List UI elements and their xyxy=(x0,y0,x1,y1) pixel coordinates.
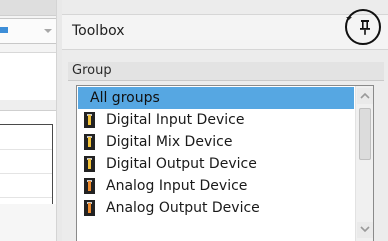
list-item-all-groups[interactable]: All groups xyxy=(78,87,354,109)
list-row-divider xyxy=(0,197,52,198)
list-item-label: Analog Output Device xyxy=(106,200,260,216)
list-item-label: All groups xyxy=(90,90,160,106)
list-row-divider xyxy=(0,149,52,150)
toolbox-title-bar: Toolbox xyxy=(62,14,388,50)
analog-input-device-icon xyxy=(84,178,95,194)
list-item-digital-output-device[interactable]: Digital Output Device xyxy=(78,153,354,175)
group-header-label: Group xyxy=(72,63,112,78)
list-item-digital-input-device[interactable]: Digital Input Device xyxy=(78,109,354,131)
left-pane-footer xyxy=(0,204,56,241)
analog-output-device-icon xyxy=(84,200,95,216)
scroll-thumb[interactable] xyxy=(359,108,371,160)
list-item-analog-input-device[interactable]: Analog Input Device xyxy=(78,175,354,197)
chevron-up-icon xyxy=(360,92,370,99)
list-item-label: Analog Input Device xyxy=(106,178,248,194)
vertical-scrollbar[interactable] xyxy=(355,86,373,241)
list-item-label: Digital Output Device xyxy=(106,156,257,172)
list-item-label: Digital Input Device xyxy=(106,112,245,128)
device-group-list[interactable]: All groups Digital Input Device Digital … xyxy=(76,85,374,241)
chevron-down-icon xyxy=(360,226,370,233)
list-row-divider xyxy=(0,173,52,174)
list-item-digital-mix-device[interactable]: Digital Mix Device xyxy=(78,131,354,153)
digital-output-device-icon xyxy=(84,156,95,172)
digital-mix-device-icon xyxy=(84,134,95,150)
pin-button[interactable] xyxy=(345,9,381,45)
scroll-down-button[interactable] xyxy=(357,222,373,238)
left-pane-dropdown[interactable] xyxy=(0,18,58,44)
left-pane-accent xyxy=(0,27,8,33)
list-item-analog-output-device[interactable]: Analog Output Device xyxy=(78,197,354,219)
pin-icon xyxy=(360,20,370,35)
group-column-header[interactable]: Group xyxy=(68,62,384,81)
digital-input-device-icon xyxy=(84,112,95,128)
chevron-down-icon[interactable] xyxy=(44,29,52,33)
list-item-label: Digital Mix Device xyxy=(106,134,233,150)
left-pane-column-header xyxy=(0,100,56,111)
scroll-up-button[interactable] xyxy=(357,88,373,104)
toolbox-title: Toolbox xyxy=(72,23,125,39)
left-pane-tab-strip xyxy=(0,0,56,16)
toolbox-panel: Toolbox Group All groups Digital Input D… xyxy=(62,0,388,241)
